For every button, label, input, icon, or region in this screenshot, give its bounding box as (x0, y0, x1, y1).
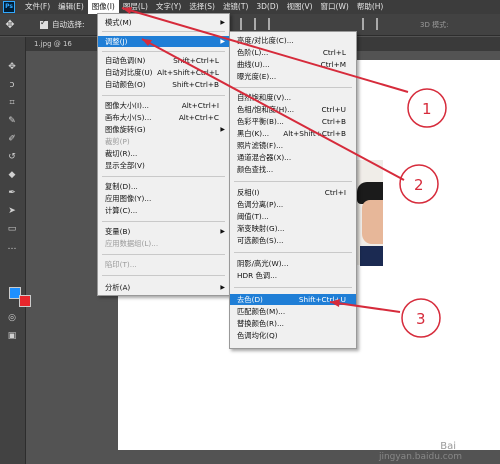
image-menu-auto-color[interactable]: 自动颜色(O) Shift+Ctrl+B (98, 79, 229, 90)
align-center-icon[interactable] (254, 18, 264, 30)
menu-separator (102, 254, 225, 255)
path-select-icon[interactable]: ➤ (5, 205, 19, 217)
image-menu-apply-image[interactable]: 应用图像(Y)... (98, 193, 229, 204)
eyedropper-tool-icon[interactable]: ✎ (5, 115, 19, 127)
image-menu-rotation[interactable]: 图像旋转(G) ▶ (98, 124, 229, 135)
menu-select[interactable]: 选择(S) (185, 0, 219, 14)
adjust-brightness-contrast[interactable]: 亮度/对比度(C)... (230, 35, 356, 46)
3d-mode-label: 3D 模式: (420, 21, 449, 29)
image-menu-trim[interactable]: 裁切(R)... (98, 148, 229, 159)
image-menu-crop: 裁剪(P) (105, 137, 130, 146)
image-menu-canvas-size[interactable]: 画布大小(S)... Alt+Ctrl+C (98, 112, 229, 123)
adjust-exposure[interactable]: 曝光度(E)... (230, 71, 356, 82)
watermark-url: jingyan.baidu.com (378, 452, 462, 462)
adjust-threshold[interactable]: 阈值(T)... (230, 211, 356, 222)
adjust-equalize[interactable]: 色调均化(Q) (230, 330, 356, 341)
toolbar: ✥ ↄ ⌗ ✎ ✐ ↺ ◆ ✒ ➤ ▭ … ◎ ▣ (0, 37, 31, 464)
crop-tool-icon[interactable]: ⌗ (5, 97, 19, 109)
adjust-photo-filter[interactable]: 照片滤镜(F)... (230, 140, 356, 151)
menubar: Ps 文件(F) 编辑(E) 图像(I) 图层(L) 文字(Y) 选择(S) 滤… (0, 0, 500, 14)
menu-filter[interactable]: 滤镜(T) (219, 0, 252, 14)
image-menu: 模式(M) ▶ 调整(J) ▶ 自动色调(N) Shift+Ctrl+L 自动对比度(… (97, 13, 230, 296)
image-menu-adjustments[interactable]: 调整(J) ▶ (98, 36, 229, 47)
menu-separator (102, 176, 225, 177)
adjust-selective-color[interactable]: 可选颜色(S)... (230, 235, 356, 246)
menu-image[interactable]: 图像(I) (87, 0, 119, 14)
adjust-hue-saturation[interactable]: 色相/饱和度(H)... Ctrl+U (230, 104, 356, 115)
document-tab[interactable]: 1.jpg @ 16 (34, 37, 72, 51)
distribute-icon[interactable] (362, 18, 372, 30)
image-menu-image-size[interactable]: 图像大小(I)... Alt+Ctrl+I (98, 100, 229, 111)
screen-mode-icon[interactable]: ▣ (5, 330, 19, 342)
image-menu-mode[interactable]: 模式(M) ▶ (98, 17, 229, 28)
image-menu-analysis[interactable]: 分析(A) ▶ (98, 282, 229, 293)
menu-3d[interactable]: 3D(D) (252, 0, 282, 14)
menu-separator (234, 287, 352, 288)
adjust-match-color[interactable]: 匹配颜色(M)... (230, 306, 356, 317)
menu-separator (234, 252, 352, 253)
auto-select-label: 自动选择: (52, 20, 85, 29)
portrait-collar (360, 246, 383, 266)
menu-window[interactable]: 窗口(W) (317, 0, 353, 14)
adjust-curves[interactable]: 曲线(U)... Ctrl+M (230, 59, 356, 70)
menu-view[interactable]: 视图(V) (283, 0, 317, 14)
align-right-icon[interactable] (268, 18, 278, 30)
adjust-black-white[interactable]: 黑白(K)... Alt+Shift+Ctrl+B (230, 128, 356, 139)
portrait-face (362, 200, 383, 244)
adjust-gradient-map[interactable]: 渐变映射(G)... (230, 223, 356, 234)
move-tool-icon[interactable]: ✥ (5, 61, 19, 73)
pen-tool-icon[interactable]: ✒ (5, 187, 19, 199)
image-menu-calculations[interactable]: 计算(C)... (98, 205, 229, 216)
menu-separator (102, 95, 225, 96)
adjust-shadows-highlights[interactable]: 阴影/高光(W)... (230, 258, 356, 269)
menu-separator (102, 221, 225, 222)
auto-select-checkbox[interactable] (40, 18, 48, 29)
adjust-vibrance[interactable]: 自然饱和度(V)... (230, 92, 356, 103)
brush-tool-icon[interactable]: ✐ (5, 133, 19, 145)
menu-layer[interactable]: 图层(L) (119, 0, 152, 14)
adjust-color-lookup[interactable]: 颜色查找... (230, 164, 356, 175)
adjust-color-balance[interactable]: 色彩平衡(B)... Ctrl+B (230, 116, 356, 127)
menu-type[interactable]: 文字(Y) (152, 0, 185, 14)
adjust-posterize[interactable]: 色调分离(P)... (230, 199, 356, 210)
image-menu-apply-data-set: 应用数据组(L)... (105, 239, 159, 248)
menu-separator (234, 181, 352, 182)
lasso-tool-icon[interactable]: ↄ (5, 79, 19, 91)
adjust-desaturate[interactable]: 去色(D) Shift+Ctrl+U (230, 294, 356, 305)
photoshop-logo: Ps (3, 1, 15, 13)
menu-separator (102, 31, 225, 32)
adjust-replace-color[interactable]: 替换颜色(R)... (230, 318, 356, 329)
image-menu-variables[interactable]: 变量(B) ▶ (98, 226, 229, 237)
image-menu-trap: 陷印(T)... (105, 260, 137, 269)
adjust-channel-mixer[interactable]: 通道混合器(X)... (230, 152, 356, 163)
history-brush-icon[interactable]: ↺ (5, 151, 19, 163)
menu-separator (234, 87, 352, 88)
align-left-icon[interactable] (240, 18, 250, 30)
menu-separator (102, 275, 225, 276)
quick-mask-icon[interactable]: ◎ (5, 312, 19, 324)
image-menu-auto-tone[interactable]: 自动色调(N) Shift+Ctrl+L (98, 55, 229, 66)
adjust-levels[interactable]: 色阶(L)... Ctrl+L (230, 47, 356, 58)
image-menu-auto-contrast[interactable]: 自动对比度(U) Alt+Shift+Ctrl+L (98, 67, 229, 78)
paint-bucket-icon[interactable]: ◆ (5, 169, 19, 181)
distribute-icon[interactable] (376, 18, 386, 30)
more-tools-icon[interactable]: … (5, 241, 19, 253)
background-color-swatch[interactable] (19, 295, 31, 307)
adjust-hdr-toning[interactable]: HDR 色调... (230, 270, 356, 281)
move-tool-icon[interactable]: ✥ (0, 18, 20, 31)
watermark-logo: Bai (440, 441, 456, 452)
image-menu-duplicate[interactable]: 复制(D)... (98, 181, 229, 192)
menu-separator (102, 51, 225, 52)
shape-tool-icon[interactable]: ▭ (5, 223, 19, 235)
menu-edit[interactable]: 编辑(E) (54, 0, 88, 14)
adjustments-submenu: 亮度/对比度(C)... 色阶(L)... Ctrl+L 曲线(U)... Ctrl… (229, 31, 357, 349)
menu-file[interactable]: 文件(F) (21, 0, 54, 14)
adjust-invert[interactable]: 反相(I) Ctrl+I (230, 187, 356, 198)
image-menu-reveal-all[interactable]: 显示全部(V) (98, 160, 229, 171)
menu-help[interactable]: 帮助(H) (353, 0, 388, 14)
